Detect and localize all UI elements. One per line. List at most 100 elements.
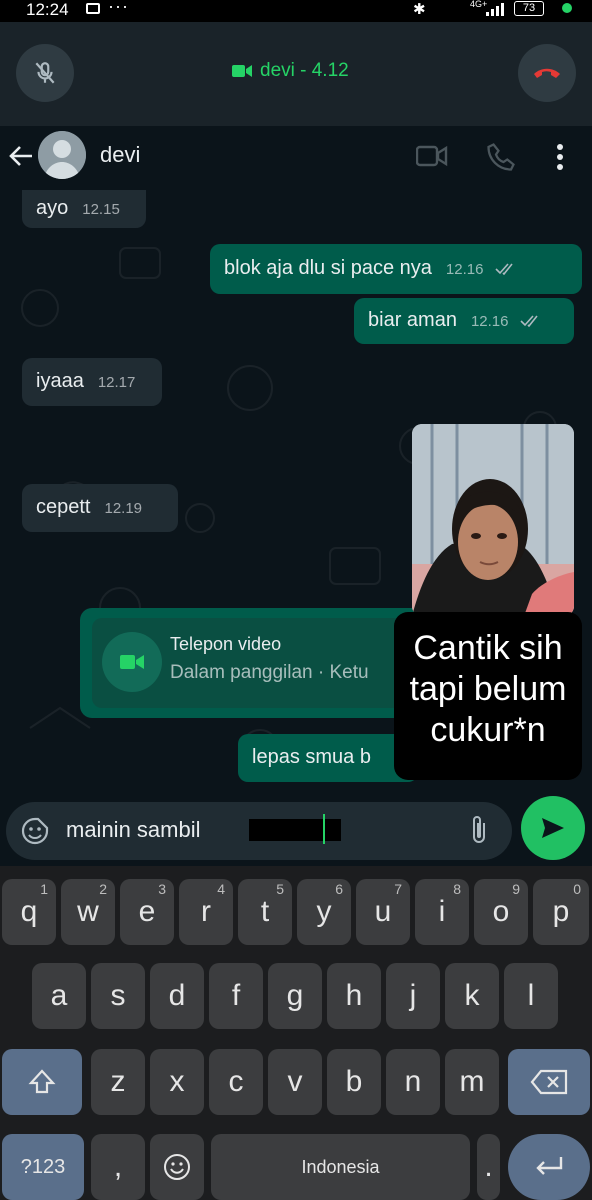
video-camera-icon (120, 655, 144, 669)
caption-line: tapi belum (409, 670, 567, 708)
key-f[interactable]: f (209, 963, 263, 1029)
attach-paperclip-icon[interactable] (468, 814, 490, 846)
video-preview-window[interactable] (412, 424, 574, 616)
key-y[interactable]: y6 (297, 879, 351, 945)
symbols-key[interactable]: ?123 (2, 1134, 84, 1200)
key-q[interactable]: q1 (2, 879, 56, 945)
key-comma[interactable]: , (91, 1134, 145, 1200)
battery-icon: 73 (514, 1, 544, 16)
avatar[interactable] (38, 131, 86, 179)
read-ticks-icon (520, 315, 538, 327)
video-call-icon[interactable] (416, 144, 448, 168)
sticker-emoji-icon[interactable] (20, 816, 50, 846)
send-button[interactable] (521, 796, 585, 860)
key-h[interactable]: h (327, 963, 381, 1029)
message-time: 12.16 (445, 261, 484, 278)
enter-key[interactable] (508, 1134, 590, 1200)
voice-call-icon[interactable] (486, 142, 516, 172)
message-time: 12.17 (97, 374, 136, 391)
caption-line: Cantik sih (413, 629, 563, 667)
message-text: blok aja dlu si pace nya (224, 257, 432, 279)
key-o[interactable]: o9 (474, 879, 528, 945)
message-bubble-outgoing[interactable]: lepas smua b (238, 734, 418, 782)
bluetooth-icon: ✱ (413, 1, 426, 18)
more-options-icon[interactable] (554, 142, 566, 172)
network-type: 4G+ (470, 0, 488, 9)
mute-button[interactable] (16, 44, 74, 102)
call-card-title: Telepon video (170, 634, 282, 654)
key-i[interactable]: i8 (415, 879, 469, 945)
backspace-key[interactable] (508, 1049, 590, 1115)
message-time: 12.16 (470, 313, 509, 330)
end-call-button[interactable] (518, 44, 576, 102)
key-n[interactable]: n (386, 1049, 440, 1115)
key-v[interactable]: v (268, 1049, 322, 1115)
call-card-subtitle: Dalam panggilan · Ketu (170, 662, 369, 683)
key-c[interactable]: c (209, 1049, 263, 1115)
call-title[interactable]: devi - 4.12 (232, 60, 349, 82)
message-text: iyaaa (36, 370, 84, 392)
soft-keyboard: q1 w2 e3 r4 t5 y6 u7 i8 o9 p0 a s d f g … (0, 866, 592, 1200)
message-text: ayo (36, 197, 69, 219)
key-r[interactable]: r4 (179, 879, 233, 945)
key-m[interactable]: m (445, 1049, 499, 1115)
key-g[interactable]: g (268, 963, 322, 1029)
key-period[interactable]: . (477, 1134, 500, 1200)
message-compose-row: mainin sambil (0, 800, 592, 866)
key-e[interactable]: e3 (120, 879, 174, 945)
message-bubble-incoming[interactable]: iyaaa 12.17 (22, 358, 162, 406)
backspace-icon (530, 1069, 568, 1095)
key-x[interactable]: x (150, 1049, 204, 1115)
key-w[interactable]: w2 (61, 879, 115, 945)
key-k[interactable]: k (445, 963, 499, 1029)
video-frame-image (412, 424, 574, 616)
screen-record-icon (86, 3, 100, 14)
call-active-dot (562, 3, 572, 13)
more-notifications-icon: ··· (108, 0, 129, 16)
chat-header: devi (0, 126, 592, 188)
space-key[interactable]: Indonesia (211, 1134, 470, 1200)
image-caption-overlay: Cantik sih tapi belum cukur*n (394, 612, 582, 780)
message-time: 12.15 (82, 201, 120, 218)
key-j[interactable]: j (386, 963, 440, 1029)
key-d[interactable]: d (150, 963, 204, 1029)
key-t[interactable]: t5 (238, 879, 292, 945)
call-title-text: devi - 4.12 (260, 60, 349, 81)
shift-icon (28, 1069, 56, 1094)
key-p[interactable]: p0 (533, 879, 589, 945)
call-card-icon-circle (102, 632, 162, 692)
video-camera-icon (232, 65, 252, 77)
mic-off-icon (35, 62, 55, 84)
default-avatar-icon (38, 131, 86, 179)
message-bubble-outgoing[interactable]: biar aman 12.16 (354, 298, 574, 344)
message-time: 12.19 (104, 500, 143, 517)
key-a[interactable]: a (32, 963, 86, 1029)
enter-icon (536, 1157, 563, 1175)
text-cursor (323, 814, 325, 844)
key-s[interactable]: s (91, 963, 145, 1029)
status-bar: 12:24 ··· ✱ 4G+ 73 (0, 0, 592, 22)
message-text: biar aman (368, 309, 457, 331)
censor-bar (249, 819, 341, 841)
call-end-icon (534, 68, 560, 78)
key-u[interactable]: u7 (356, 879, 410, 945)
caption-line: cukur*n (430, 711, 546, 749)
shift-key[interactable] (2, 1049, 82, 1115)
status-time: 12:24 (26, 0, 69, 19)
ongoing-call-bar[interactable]: devi - 4.12 (0, 22, 592, 126)
message-text: cepett (36, 496, 91, 518)
contact-name[interactable]: devi (100, 142, 140, 168)
signal-icon (486, 3, 504, 16)
back-arrow-icon[interactable] (8, 144, 34, 168)
message-input-text: mainin sambil (66, 817, 201, 842)
key-b[interactable]: b (327, 1049, 381, 1115)
message-bubble-incoming[interactable]: ayo 12.15 (22, 190, 146, 228)
key-z[interactable]: z (91, 1049, 145, 1115)
emoji-key[interactable] (150, 1134, 204, 1200)
read-ticks-icon (495, 263, 513, 275)
key-l[interactable]: l (504, 963, 558, 1029)
message-text: lepas smua b (252, 746, 371, 768)
message-input[interactable]: mainin sambil (6, 802, 512, 860)
message-bubble-outgoing[interactable]: blok aja dlu si pace nya 12.16 (210, 244, 582, 294)
message-bubble-incoming[interactable]: cepett 12.19 (22, 484, 178, 532)
